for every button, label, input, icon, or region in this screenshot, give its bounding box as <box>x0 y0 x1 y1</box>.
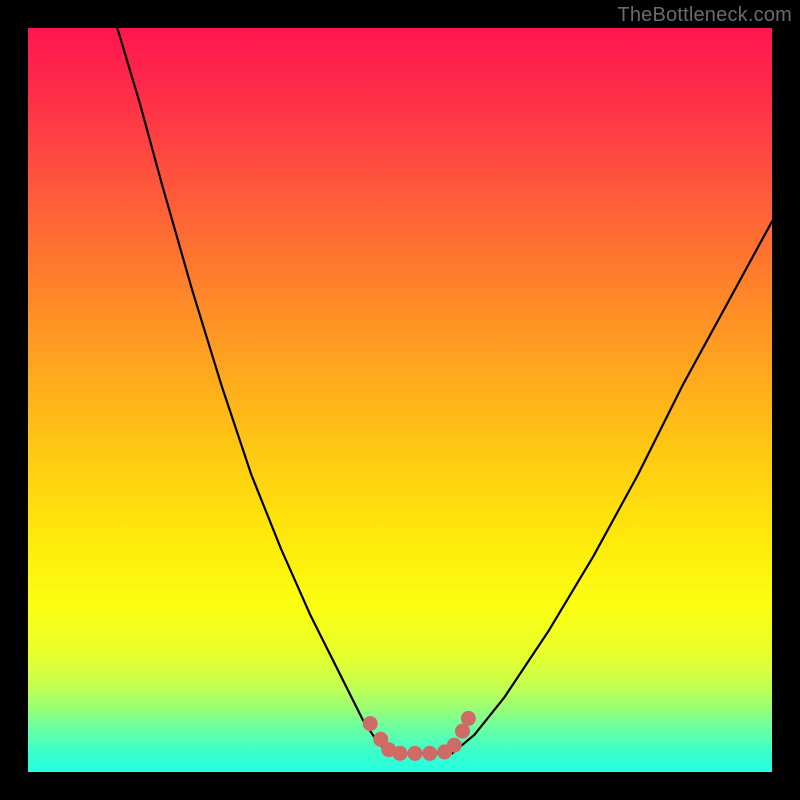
plot-area <box>28 28 772 772</box>
series-right-curve <box>452 221 772 753</box>
series-left-curve <box>117 28 389 753</box>
watermark-text: TheBottleneck.com <box>617 4 792 27</box>
chart-svg <box>28 28 772 772</box>
outer-frame: TheBottleneck.com <box>0 0 800 800</box>
highlight-markers <box>363 711 476 761</box>
